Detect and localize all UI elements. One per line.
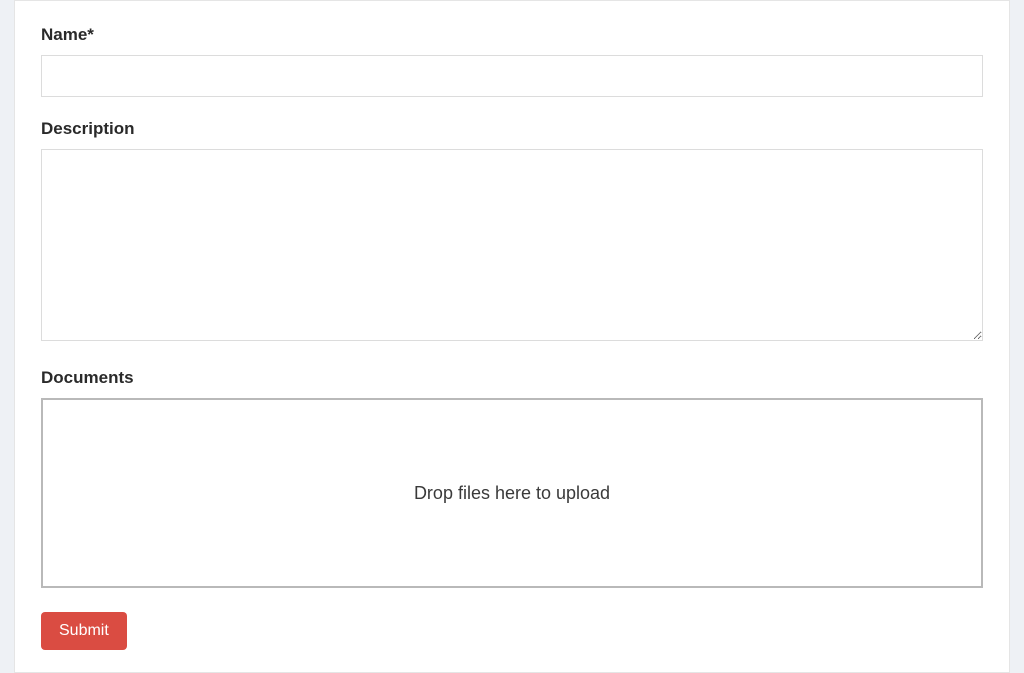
form-container: Name* Description Documents Drop files h… (14, 0, 1010, 673)
dropzone-text: Drop files here to upload (414, 483, 610, 504)
description-label: Description (41, 119, 983, 139)
name-input[interactable] (41, 55, 983, 97)
name-group: Name* (41, 25, 983, 97)
documents-group: Documents Drop files here to upload (41, 368, 983, 588)
description-group: Description (41, 119, 983, 346)
submit-button[interactable]: Submit (41, 612, 127, 650)
documents-dropzone[interactable]: Drop files here to upload (41, 398, 983, 588)
name-label: Name* (41, 25, 983, 45)
description-textarea[interactable] (41, 149, 983, 341)
documents-label: Documents (41, 368, 983, 388)
